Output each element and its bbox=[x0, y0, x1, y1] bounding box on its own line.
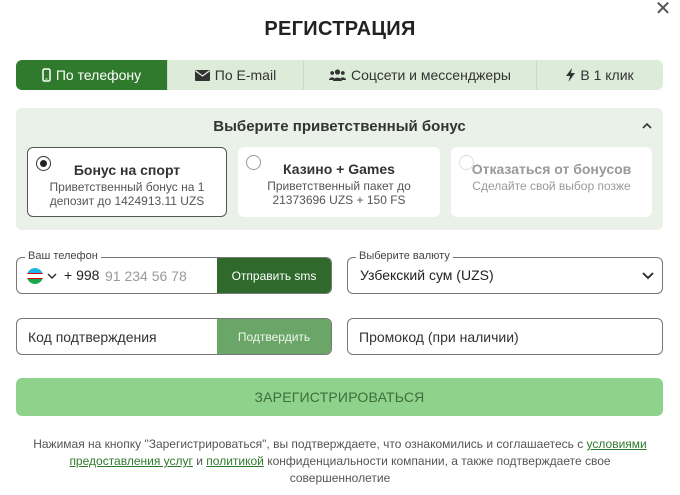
confirmation-code-input[interactable] bbox=[28, 324, 218, 350]
tab-social-label: Соцсети и мессенджеры bbox=[350, 67, 511, 83]
phone-icon bbox=[42, 68, 51, 82]
currency-label: Выберите валюту bbox=[356, 250, 453, 262]
confirm-button[interactable]: Подтвердить bbox=[217, 319, 331, 354]
bonus-option-desc: Приветственный пакет до 21373696 UZS + 1… bbox=[267, 179, 411, 207]
chevron-up-icon[interactable] bbox=[641, 120, 653, 132]
promo-code-input[interactable] bbox=[359, 324, 649, 350]
bonus-title: Выберите приветственный бонус bbox=[213, 118, 466, 135]
bonus-option-desc: Приветственный бонус на 1 депозит до 142… bbox=[49, 180, 205, 208]
bonus-option-title: Отказаться от бонусов bbox=[471, 161, 632, 177]
uzbekistan-flag-icon[interactable] bbox=[27, 268, 43, 284]
terms-text-part: и bbox=[192, 454, 207, 468]
tab-one-click[interactable]: В 1 клик bbox=[537, 60, 663, 90]
bonus-option-casino[interactable]: Казино + Games Приветственный пакет до 2… bbox=[238, 147, 440, 217]
bonus-option-title: Казино + Games bbox=[283, 161, 395, 177]
close-icon[interactable]: ✕ bbox=[654, 0, 672, 19]
tab-phone[interactable]: По телефону bbox=[16, 60, 168, 90]
radio-sport[interactable] bbox=[36, 156, 51, 171]
currency-value: Узбекский сум (UZS) bbox=[360, 267, 494, 283]
page-title: РЕГИСТРАЦИЯ bbox=[264, 18, 416, 40]
country-code: + 998 bbox=[64, 267, 100, 283]
envelope-icon bbox=[194, 69, 210, 81]
confirmation-code-field: Подтвердить bbox=[16, 318, 332, 355]
bonus-option-decline[interactable]: Отказаться от бонусов Сделайте свой выбо… bbox=[451, 147, 652, 217]
terms-text: Нажимая на кнопку "Зарегистрироваться", … bbox=[22, 436, 658, 487]
privacy-policy-link[interactable]: политикой bbox=[206, 454, 264, 468]
registration-tabs: По телефону По E-mail Соцсети и мессендж… bbox=[16, 60, 663, 90]
bonus-option-title: Бонус на спорт bbox=[73, 162, 181, 178]
chevron-down-icon[interactable] bbox=[47, 272, 57, 280]
tab-email[interactable]: По E-mail bbox=[168, 60, 304, 90]
users-icon bbox=[328, 69, 346, 81]
radio-decline[interactable] bbox=[459, 155, 474, 170]
phone-input[interactable] bbox=[105, 263, 215, 289]
tab-one-click-label: В 1 клик bbox=[580, 67, 634, 83]
phone-field: Ваш телефон + 998 Отправить sms bbox=[16, 250, 332, 294]
tab-email-label: По E-mail bbox=[214, 67, 277, 83]
register-button[interactable]: ЗАРЕГИСТРИРОВАТЬСЯ bbox=[16, 378, 663, 416]
terms-text-part: конфиденциальности компании, а также под… bbox=[263, 454, 611, 485]
terms-text-part: Нажимая на кнопку "Зарегистрироваться", … bbox=[33, 437, 587, 451]
bonus-option-desc: Сделайте свой выбор позже bbox=[472, 179, 631, 193]
chevron-down-icon bbox=[642, 272, 654, 280]
tab-social[interactable]: Соцсети и мессенджеры bbox=[304, 60, 537, 90]
lightning-icon bbox=[566, 68, 576, 82]
phone-label: Ваш телефон bbox=[25, 250, 101, 262]
currency-select[interactable]: Выберите валюту Узбекский сум (UZS) bbox=[347, 250, 663, 294]
promo-code-field bbox=[347, 318, 663, 355]
radio-casino[interactable] bbox=[246, 155, 261, 170]
tab-phone-label: По телефону bbox=[55, 67, 142, 83]
bonus-panel: Выберите приветственный бонус Бонус на с… bbox=[16, 108, 663, 230]
send-sms-button[interactable]: Отправить sms bbox=[217, 258, 331, 293]
bonus-option-sport[interactable]: Бонус на спорт Приветственный бонус на 1… bbox=[27, 147, 227, 217]
